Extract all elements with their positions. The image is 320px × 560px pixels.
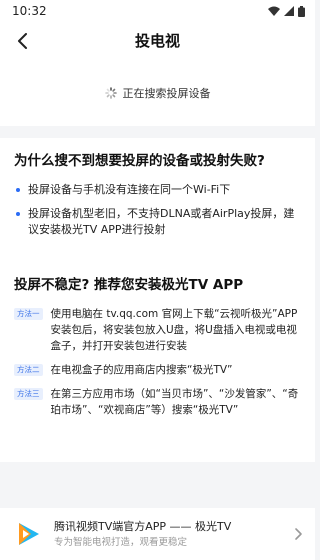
method-text: 使用电脑在 tv.qq.com 官网上下载“云视听极光”APP安装包后，将安装包… [50,308,298,352]
method-text: 在电视盒子的应用商店内搜索“极光TV” [50,364,233,376]
promo-title: 腾讯视频TV端官方APP —— 极光TV [54,519,232,533]
search-status: 正在搜索投屏设备 [0,60,315,126]
method-item: 方法一 使用电脑在 tv.qq.com 官网上下载“云视听极光”APP安装包后，… [14,306,301,354]
status-time: 10:32 [12,4,47,18]
method-list: 方法一 使用电脑在 tv.qq.com 官网上下载“云视听极光”APP安装包后，… [14,306,301,418]
faq-item: 投屏设备机型老旧，不支持DLNA或者AirPlay投屏，建议安装极光TV APP… [14,206,301,238]
faq-title: 为什么搜不到想要投屏的设备或投射失败? [14,153,265,169]
chevron-left-icon [18,33,27,49]
install-title: 投屏不稳定? 推荐您安装极光TV APP [14,277,244,293]
promo-texts: 腾讯视频TV端官方APP —— 极光TV 专为智能电视打造，观看更稳定 [54,519,291,550]
wifi-icon [268,6,280,16]
faq-item-text: 投屏设备机型老旧，不支持DLNA或者AirPlay投屏，建议安装极光TV APP… [28,207,295,236]
faq-item: 投屏设备与手机没有连接在同一个Wi-Fi下 [14,182,301,198]
method-item: 方法三 在第三方应用市场（如“当贝市场”、“沙发管家”、“奇珀市场”、“欢视商店… [14,386,301,418]
bullet-dot [16,212,20,216]
status-bar: 10:32 [0,0,315,22]
status-icons [268,5,305,17]
method-text: 在第三方应用市场（如“当贝市场”、“沙发管家”、“奇珀市场”、“欢视商店”等）搜… [50,388,299,416]
back-button[interactable] [8,26,38,56]
search-status-text: 正在搜索投屏设备 [122,87,211,100]
battery-icon [298,5,305,17]
method-badge: 方法三 [14,388,43,400]
bullet-dot [16,188,20,192]
tencent-video-logo-icon [19,523,39,545]
promo-banner[interactable]: 腾讯视频TV端官方APP —— 极光TV 专为智能电视打造，观看更稳定 [0,508,315,560]
method-badge: 方法一 [14,308,43,320]
nav-bar: 投电视 [0,22,315,60]
promo-subtitle: 专为智能电视打造，观看更稳定 [54,536,188,548]
chevron-right-icon [295,528,302,540]
method-badge: 方法二 [14,364,43,376]
method-item: 方法二 在电视盒子的应用商店内搜索“极光TV” [14,362,301,378]
faq-item-text: 投屏设备与手机没有连接在同一个Wi-Fi下 [28,183,231,196]
faq-card: 为什么搜不到想要投屏的设备或投射失败? 投屏设备与手机没有连接在同一个Wi-Fi… [0,138,315,262]
install-card: 投屏不稳定? 推荐您安装极光TV APP 方法一 使用电脑在 tv.qq.com… [0,262,315,462]
faq-list: 投屏设备与手机没有连接在同一个Wi-Fi下 投屏设备机型老旧，不支持DLNA或者… [14,182,301,238]
signal-icon [284,6,294,16]
loading-spinner-icon [104,87,117,99]
page-title: 投电视 [134,32,180,50]
